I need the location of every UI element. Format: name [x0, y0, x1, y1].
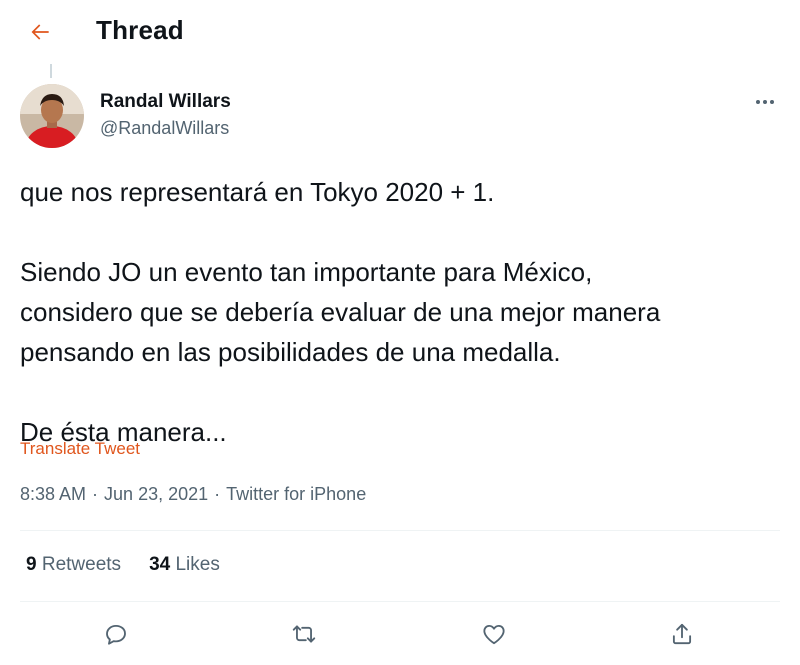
- more-dot: [756, 100, 760, 104]
- divider: [20, 530, 780, 531]
- retweets-count: 9: [26, 554, 37, 575]
- user-avatar-icon: [20, 84, 84, 148]
- likes-count: 34: [149, 554, 171, 575]
- share-button[interactable]: [666, 618, 698, 650]
- divider: [20, 601, 780, 602]
- more-dot: [770, 100, 774, 104]
- reply-button[interactable]: [100, 618, 132, 650]
- retweet-button[interactable]: [288, 618, 320, 650]
- retweets-label: Retweets: [41, 554, 122, 575]
- share-icon: [672, 623, 692, 645]
- tweet-date[interactable]: Jun 23, 2021: [104, 484, 208, 505]
- retweets-stat[interactable]: 9 Retweets: [26, 554, 121, 576]
- author-display-name[interactable]: Randal Willars: [100, 91, 231, 113]
- more-options-button[interactable]: [748, 88, 782, 116]
- tweet-line: Siendo JO un evento tan importante para …: [20, 257, 593, 287]
- meta-separator: ·: [214, 484, 221, 504]
- tweet-metadata: 8:38 AM · Jun 23, 2021 · Twitter for iPh…: [20, 484, 366, 505]
- thread-connector-line: [50, 64, 52, 78]
- tweet-line: que nos representará en Tokyo 2020 + 1.: [20, 177, 495, 207]
- like-button[interactable]: [478, 618, 510, 650]
- meta-separator: ·: [92, 484, 99, 504]
- tweet-stats: 9 Retweets 34 Likes: [26, 554, 220, 576]
- retweet-icon: [292, 625, 316, 643]
- arrow-left-icon: [31, 24, 49, 40]
- page-title: Thread: [96, 15, 184, 45]
- heart-icon: [483, 624, 505, 645]
- tweet-line: considero que se debería evaluar de una …: [20, 297, 661, 327]
- tweet-body: que nos representará en Tokyo 2020 + 1. …: [20, 172, 780, 452]
- more-dot: [763, 100, 767, 104]
- tweet-actions: [0, 612, 800, 656]
- tweet-line: pensando en las posibilidades de una med…: [20, 337, 561, 367]
- author-handle[interactable]: @RandalWillars: [100, 118, 229, 139]
- tweet-source[interactable]: Twitter for iPhone: [226, 484, 366, 505]
- avatar[interactable]: [20, 84, 84, 148]
- top-bar: Thread: [0, 0, 800, 64]
- likes-stat[interactable]: 34 Likes: [149, 554, 220, 576]
- likes-label: Likes: [175, 554, 220, 575]
- translate-tweet-link[interactable]: Translate Tweet: [20, 439, 140, 459]
- tweet-time[interactable]: 8:38 AM: [20, 484, 86, 505]
- reply-icon: [106, 624, 126, 645]
- back-button[interactable]: [22, 16, 58, 48]
